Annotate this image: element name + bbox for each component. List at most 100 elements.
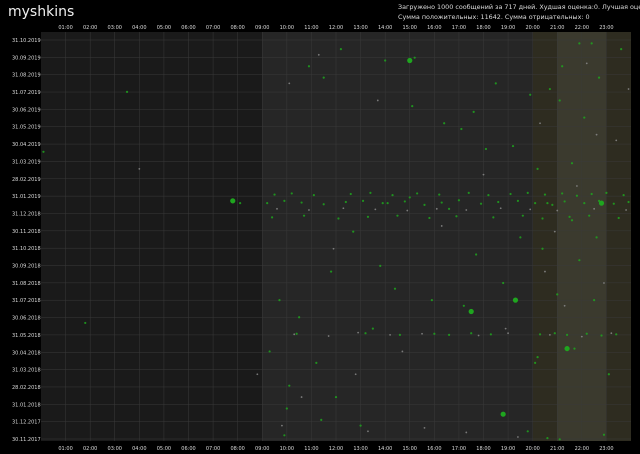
- positive-point: [300, 201, 303, 204]
- x-tick-label-bottom: 20:00: [525, 446, 539, 452]
- x-tick-label-top: 03:00: [108, 25, 122, 31]
- neutral-point: [440, 225, 443, 227]
- y-tick-label: 31.01.2019: [12, 194, 41, 200]
- band-evening: [606, 32, 631, 441]
- neutral-point: [580, 335, 583, 338]
- positive-point: [278, 299, 281, 302]
- x-tick-label-top: 13:00: [353, 25, 367, 31]
- x-tick-label-top: 14:00: [378, 25, 392, 31]
- x-tick-label-top: 15:00: [403, 25, 417, 31]
- x-tick-label-bottom: 08:00: [230, 446, 244, 452]
- neutral-point: [276, 207, 278, 210]
- positive-point: [553, 332, 556, 335]
- positive-point: [516, 199, 520, 202]
- y-tick-label: 31.05.2018: [12, 333, 41, 339]
- positive-point: [403, 200, 406, 203]
- positive-point: [615, 333, 618, 336]
- positive-point: [570, 162, 574, 165]
- positive-point: [561, 192, 564, 195]
- neutral-point: [354, 373, 357, 376]
- x-tick-label-top: 10:00: [280, 25, 294, 31]
- positive-point: [298, 316, 301, 319]
- positive-point: [489, 333, 492, 336]
- neutral-point: [401, 350, 404, 353]
- positive-point: [84, 321, 87, 325]
- positive-point: [270, 216, 274, 219]
- x-tick-label-bottom: 02:00: [83, 446, 97, 452]
- large-point: [512, 297, 519, 303]
- x-tick-label-bottom: 18:00: [476, 446, 490, 452]
- x-tick-label-bottom: 06:00: [181, 446, 195, 452]
- neutral-point: [288, 82, 291, 85]
- positive-point: [546, 437, 549, 440]
- positive-point: [381, 202, 384, 205]
- x-tick-label-top: 09:00: [255, 25, 269, 31]
- positive-point: [534, 202, 537, 205]
- positive-point: [543, 193, 547, 196]
- positive-point: [440, 201, 443, 204]
- y-tick-label: 31.10.2019: [12, 38, 41, 44]
- positive-point: [352, 230, 355, 233]
- positive-point: [541, 217, 544, 220]
- y-tick-label: 30.04.2019: [12, 142, 41, 148]
- positive-point: [607, 373, 610, 376]
- activity-scatter-chart[interactable]: 01:00 01:00 02:00 02:00 03:00 03:00 04:00 04:00…: [0, 0, 640, 454]
- neutral-point: [477, 334, 480, 337]
- x-tick-label-bottom: 01:00: [58, 446, 72, 452]
- x-tick-label-top: 18:00: [476, 25, 490, 31]
- positive-point: [312, 194, 315, 197]
- neutral-point: [406, 209, 409, 212]
- band-night: [41, 32, 263, 441]
- y-tick-label: 31.07.2019: [12, 90, 41, 96]
- x-tick-label-bottom: 19:00: [501, 446, 515, 452]
- positive-point: [475, 253, 478, 256]
- positive-point: [494, 82, 497, 85]
- y-tick-label: 30.06.2018: [12, 316, 41, 322]
- neutral-point: [367, 430, 369, 433]
- y-tick-label: 31.12.2017: [12, 420, 41, 426]
- positive-point: [391, 194, 394, 197]
- x-tick-label-bottom: 11:00: [304, 446, 318, 452]
- x-tick-label-top: 08:00: [230, 25, 244, 31]
- neutral-point: [482, 173, 485, 176]
- neutral-point: [327, 335, 330, 337]
- positive-point: [556, 293, 559, 296]
- positive-point: [526, 430, 529, 433]
- positive-point: [337, 217, 340, 220]
- positive-point: [396, 214, 399, 217]
- y-tick-label: 30.09.2019: [12, 55, 41, 61]
- positive-point: [595, 236, 598, 239]
- neutral-point: [593, 207, 596, 210]
- large-point: [598, 200, 605, 206]
- positive-point: [266, 202, 269, 205]
- positive-point: [565, 333, 569, 336]
- positive-point: [627, 200, 630, 204]
- positive-point: [379, 264, 382, 267]
- y-tick-label: 31.05.2019: [12, 125, 41, 131]
- positive-point: [602, 433, 606, 436]
- positive-point: [551, 203, 554, 206]
- positive-point: [366, 215, 370, 218]
- neutral-point: [517, 436, 519, 438]
- positive-point: [455, 215, 458, 218]
- positive-point: [575, 194, 579, 197]
- positive-point: [497, 200, 500, 204]
- positive-point: [597, 76, 601, 79]
- neutral-point: [544, 270, 546, 273]
- positive-point: [433, 332, 436, 335]
- positive-point: [408, 196, 411, 199]
- positive-point: [447, 207, 451, 210]
- positive-point: [563, 200, 566, 203]
- positive-point: [585, 332, 588, 335]
- neutral-point: [556, 209, 559, 212]
- neutral-point: [499, 207, 502, 210]
- x-tick-label-top: 07:00: [206, 25, 220, 31]
- x-tick-label-bottom: 12:00: [329, 446, 343, 452]
- x-tick-label-top: 04:00: [132, 25, 146, 31]
- positive-point: [386, 202, 389, 205]
- positive-point: [526, 191, 529, 194]
- x-tick-label-bottom: 21:00: [550, 446, 564, 452]
- positive-point: [364, 332, 367, 335]
- y-tick-label: 28.02.2018: [12, 385, 41, 391]
- y-tick-label: 31.03.2018: [12, 368, 41, 374]
